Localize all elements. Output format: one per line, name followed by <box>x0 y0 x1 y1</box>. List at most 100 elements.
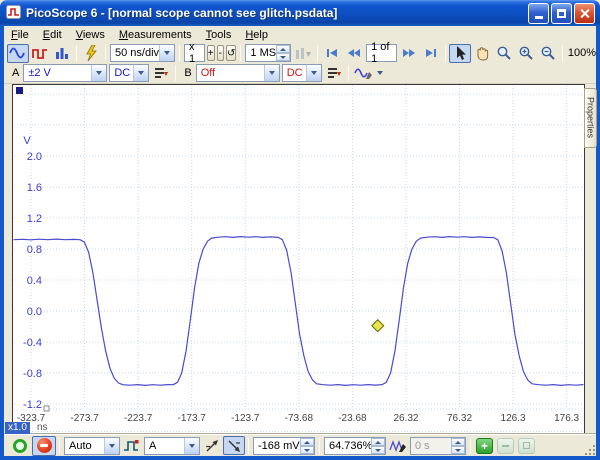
persistence-view-icon <box>32 49 47 59</box>
channel-a-coupling-select[interactable]: DC <box>109 64 150 82</box>
resize-grip[interactable] <box>583 443 595 455</box>
magnifier-plus-icon <box>519 46 533 60</box>
advanced-triggers-button[interactable] <box>121 436 143 455</box>
svg-text:0.0: 0.0 <box>27 306 42 318</box>
window-title: PicoScope 6 - [normal scope cannot see g… <box>26 6 338 20</box>
svg-text:0.8: 0.8 <box>27 244 42 256</box>
spectrum-view-button[interactable] <box>51 44 73 63</box>
zoom-in-tool-button[interactable] <box>515 44 537 63</box>
channel-b-coupling-select[interactable]: DC <box>281 64 322 82</box>
chevron-down-icon[interactable] <box>305 65 321 81</box>
properties-tab[interactable]: Properties <box>584 88 597 148</box>
zoom-x-reset-button[interactable]: ↺ <box>226 45 237 61</box>
svg-text:-0.4: -0.4 <box>23 337 42 349</box>
close-button[interactable] <box>574 2 595 24</box>
menu-views[interactable]: Views <box>69 28 112 42</box>
zoom-x-field[interactable]: x 1 <box>184 41 205 65</box>
svg-text:-1.2: -1.2 <box>23 399 42 411</box>
zoom-out-tool-button[interactable] <box>537 44 559 63</box>
chevron-down-icon[interactable] <box>133 65 149 81</box>
timebase-value: 50 ns/div <box>115 47 160 59</box>
trigger-source-value: A <box>149 439 157 452</box>
trigger-level-spinner[interactable] <box>300 437 314 454</box>
channel-b-options-button[interactable] <box>323 64 345 83</box>
zoom-x-decrease-button[interactable]: - <box>216 45 225 61</box>
menu-tools[interactable]: Tools <box>199 28 239 42</box>
delete-measurement-button <box>518 437 535 454</box>
channel-b-range-select[interactable]: Off <box>195 64 280 82</box>
magnifier-icon <box>497 46 511 60</box>
main-toolbar: 50 ns/div x 1 + - ↺ 1 MS 1 of 1 100% <box>4 41 596 65</box>
signal-generator-button[interactable] <box>352 64 385 83</box>
menu-help[interactable]: Help <box>238 28 275 42</box>
svg-text:176.3: 176.3 <box>554 413 579 424</box>
prev-buffer-button[interactable] <box>343 44 365 63</box>
scope-view-icon <box>9 47 25 59</box>
trigger-timing-button[interactable] <box>387 436 409 455</box>
pretrigger-spinner[interactable] <box>371 437 385 454</box>
minimize-icon <box>534 16 543 19</box>
hand-tool-button[interactable] <box>471 44 493 63</box>
properties-tab-label: Properties <box>585 97 596 139</box>
samples-select[interactable]: 1 MS <box>245 44 292 62</box>
channel-a-options-button[interactable] <box>150 64 172 83</box>
add-measurement-button[interactable]: + <box>476 437 493 454</box>
trigger-mode-value: Auto <box>69 439 92 452</box>
pretrigger-field[interactable]: 64.736% <box>324 436 386 455</box>
rising-edge-button[interactable] <box>201 436 223 455</box>
timebase-select[interactable]: 50 ns/div <box>110 44 176 62</box>
svg-text:-173.7: -173.7 <box>178 413 207 424</box>
spectrum-view-icon <box>56 48 68 59</box>
post-trigger-delay-value: 0 s <box>415 439 430 452</box>
next-buffer-button[interactable] <box>398 44 420 63</box>
app-icon <box>6 4 21 22</box>
trigger-timing-icon <box>389 439 406 452</box>
samples-spinner[interactable] <box>276 45 291 61</box>
menu-measurements[interactable]: Measurements <box>112 28 199 42</box>
persistence-view-button[interactable] <box>29 44 51 63</box>
first-buffer-button[interactable] <box>321 44 343 63</box>
scope-view-button[interactable] <box>7 43 29 63</box>
separator <box>248 437 249 454</box>
chevron-down-icon[interactable] <box>91 65 107 81</box>
separator <box>59 437 60 454</box>
menu-edit[interactable]: Edit <box>36 28 69 42</box>
connect-device-button[interactable] <box>80 44 102 63</box>
minimize-button[interactable] <box>528 2 549 24</box>
channel-a-range-select[interactable]: ±2 V <box>23 64 108 82</box>
start-capture-button[interactable] <box>8 436 32 456</box>
time-unit-label: ns <box>37 422 48 433</box>
zoom-x-increase-button[interactable]: + <box>206 45 215 61</box>
maximize-button[interactable] <box>551 2 572 24</box>
trigger-source-select[interactable]: A <box>144 436 200 455</box>
chevron-down-icon[interactable] <box>104 437 119 454</box>
buffer-overview-icon <box>296 48 312 59</box>
scope-graph[interactable]: -323.7 -273.7 -223.7 -173.7 -123.7 -73.68 -23.… <box>12 84 585 434</box>
stop-capture-button[interactable] <box>32 435 56 456</box>
channel-options-icon <box>155 68 169 78</box>
svg-text:1.6: 1.6 <box>27 182 42 194</box>
separator <box>105 45 106 61</box>
trigger-mode-select[interactable]: Auto <box>64 436 120 455</box>
last-buffer-button[interactable] <box>420 44 442 63</box>
selection-tool-button[interactable] <box>448 43 471 63</box>
samples-value: 1 MS <box>250 47 277 59</box>
axis-zoom-badge[interactable]: x1.0 <box>5 422 30 434</box>
title-bar[interactable]: PicoScope 6 - [normal scope cannot see g… <box>0 0 600 26</box>
channel-toolbar: A ±2 V DC B Off DC <box>4 63 596 84</box>
rising-edge-icon <box>205 439 218 451</box>
edit-measurement-button <box>497 437 514 454</box>
svg-text:-23.68: -23.68 <box>338 413 367 424</box>
marquee-zoom-tool-button[interactable] <box>493 44 515 63</box>
scope-plot[interactable]: -323.7 -273.7 -223.7 -173.7 -123.7 -73.68 -23.… <box>13 85 584 433</box>
falling-edge-button[interactable] <box>223 436 245 455</box>
chevron-down-icon[interactable] <box>263 65 279 81</box>
trigger-level-field[interactable]: -168 mV <box>253 436 315 455</box>
chevron-down-icon[interactable] <box>159 45 175 61</box>
svg-text:-223.7: -223.7 <box>124 413 153 424</box>
buffer-page-indicator[interactable]: 1 of 1 <box>366 41 397 65</box>
separator <box>347 65 349 81</box>
chevron-down-icon <box>376 71 383 75</box>
chevron-down-icon[interactable] <box>184 437 199 454</box>
menu-file[interactable]: File <box>4 28 36 42</box>
